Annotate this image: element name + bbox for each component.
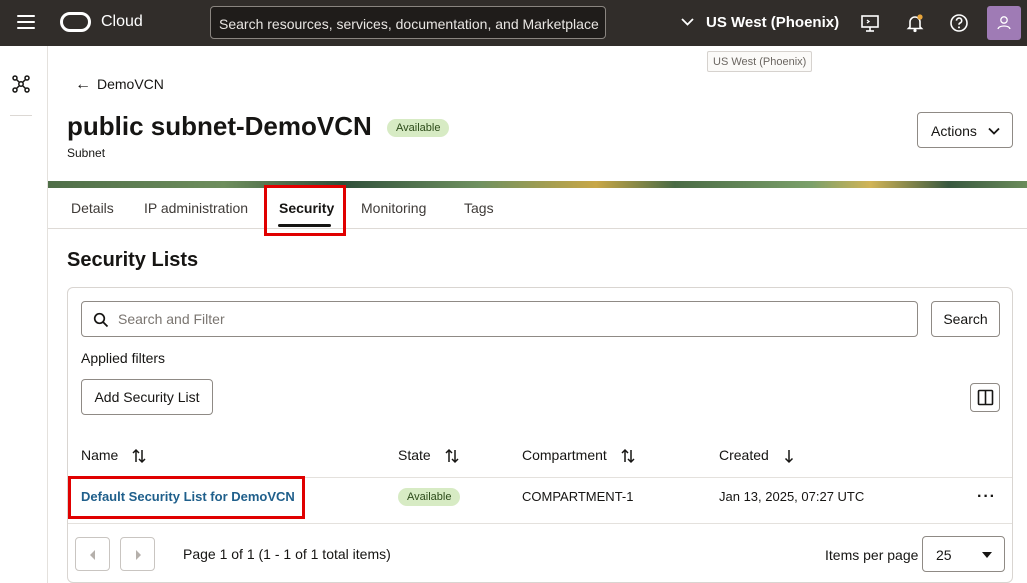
applied-filters-label: Applied filters bbox=[81, 350, 166, 366]
breadcrumb-label[interactable]: DemoVCN bbox=[97, 76, 164, 92]
actions-label: Actions bbox=[931, 123, 977, 139]
notifications-bell-icon[interactable] bbox=[904, 12, 926, 34]
tab-tags[interactable]: Tags bbox=[464, 200, 494, 216]
row-actions-kebab-icon[interactable]: ··· bbox=[977, 488, 996, 506]
rail-divider bbox=[10, 115, 32, 116]
highlight-box-security-tab bbox=[264, 185, 346, 236]
row-state-badge: Available bbox=[398, 488, 461, 506]
column-header-state-label: State bbox=[398, 447, 431, 463]
sort-icon[interactable] bbox=[621, 448, 635, 464]
sort-icon[interactable] bbox=[132, 448, 146, 464]
columns-icon bbox=[977, 389, 994, 406]
arrow-left-icon: ← bbox=[75, 76, 91, 93]
next-page-button[interactable] bbox=[120, 537, 155, 571]
global-search-input[interactable]: Search resources, services, documentatio… bbox=[210, 6, 606, 39]
search-button[interactable]: Search bbox=[931, 301, 1000, 337]
actions-button[interactable]: Actions bbox=[917, 112, 1013, 148]
brand-name[interactable]: Cloud bbox=[101, 13, 143, 31]
column-header-compartment[interactable]: Compartment bbox=[522, 447, 635, 464]
user-profile-icon bbox=[997, 16, 1011, 30]
sort-icon[interactable] bbox=[445, 448, 459, 464]
search-icon bbox=[93, 312, 109, 328]
section-title: Security Lists bbox=[67, 249, 199, 271]
previous-page-button[interactable] bbox=[75, 537, 110, 571]
tab-ip-administration[interactable]: IP administration bbox=[144, 200, 248, 216]
caret-down-icon bbox=[982, 552, 992, 558]
column-header-state[interactable]: State bbox=[398, 447, 459, 464]
pagination-info: Page 1 of 1 (1 - 1 of 1 total items) bbox=[183, 546, 391, 562]
status-badge: Available bbox=[387, 119, 450, 137]
network-nodes-icon[interactable] bbox=[11, 74, 31, 94]
chevron-down-icon[interactable] bbox=[681, 15, 694, 28]
table-row-divider bbox=[68, 523, 1012, 524]
chevron-down-icon bbox=[988, 127, 1000, 135]
items-per-page-value: 25 bbox=[936, 547, 952, 563]
column-header-name-label: Name bbox=[81, 447, 119, 463]
column-header-created-label: Created bbox=[719, 447, 769, 463]
column-header-created[interactable]: Created bbox=[719, 447, 795, 464]
chevron-left-icon bbox=[90, 550, 95, 560]
tab-details[interactable]: Details bbox=[71, 200, 114, 216]
page-title: public subnet-DemoVCN bbox=[67, 111, 372, 141]
page-subtitle: Subnet bbox=[67, 146, 106, 160]
column-toggle-button[interactable] bbox=[970, 383, 1000, 412]
items-per-page-label: Items per page bbox=[825, 547, 919, 563]
hamburger-menu-icon[interactable] bbox=[17, 15, 35, 29]
filter-search-field[interactable] bbox=[81, 301, 918, 337]
sort-descending-icon[interactable] bbox=[783, 448, 795, 464]
filter-search-input[interactable] bbox=[118, 309, 898, 329]
tab-monitoring[interactable]: Monitoring bbox=[361, 200, 426, 216]
row-compartment: COMPARTMENT-1 bbox=[522, 489, 634, 504]
breadcrumb-back-link[interactable]: ← DemoVCN bbox=[75, 76, 164, 94]
add-security-list-button[interactable]: Add Security List bbox=[81, 379, 213, 415]
cloud-logo-icon[interactable] bbox=[60, 12, 91, 32]
highlight-box-security-list bbox=[68, 476, 305, 519]
items-per-page-select[interactable]: 25 bbox=[922, 536, 1005, 572]
region-tooltip: US West (Phoenix) bbox=[707, 51, 813, 72]
column-header-compartment-label: Compartment bbox=[522, 447, 607, 463]
user-avatar[interactable] bbox=[987, 6, 1021, 40]
left-rail bbox=[0, 46, 48, 583]
chevron-right-icon bbox=[136, 550, 141, 560]
region-selector[interactable]: US West (Phoenix) bbox=[706, 14, 839, 31]
decorative-banner bbox=[48, 181, 1027, 188]
cloud-shell-icon[interactable] bbox=[859, 12, 881, 34]
top-bar: Cloud Search resources, services, docume… bbox=[0, 0, 1027, 46]
column-header-name[interactable]: Name bbox=[81, 447, 146, 464]
row-created: Jan 13, 2025, 07:27 UTC bbox=[719, 489, 865, 504]
help-icon[interactable] bbox=[948, 12, 970, 34]
